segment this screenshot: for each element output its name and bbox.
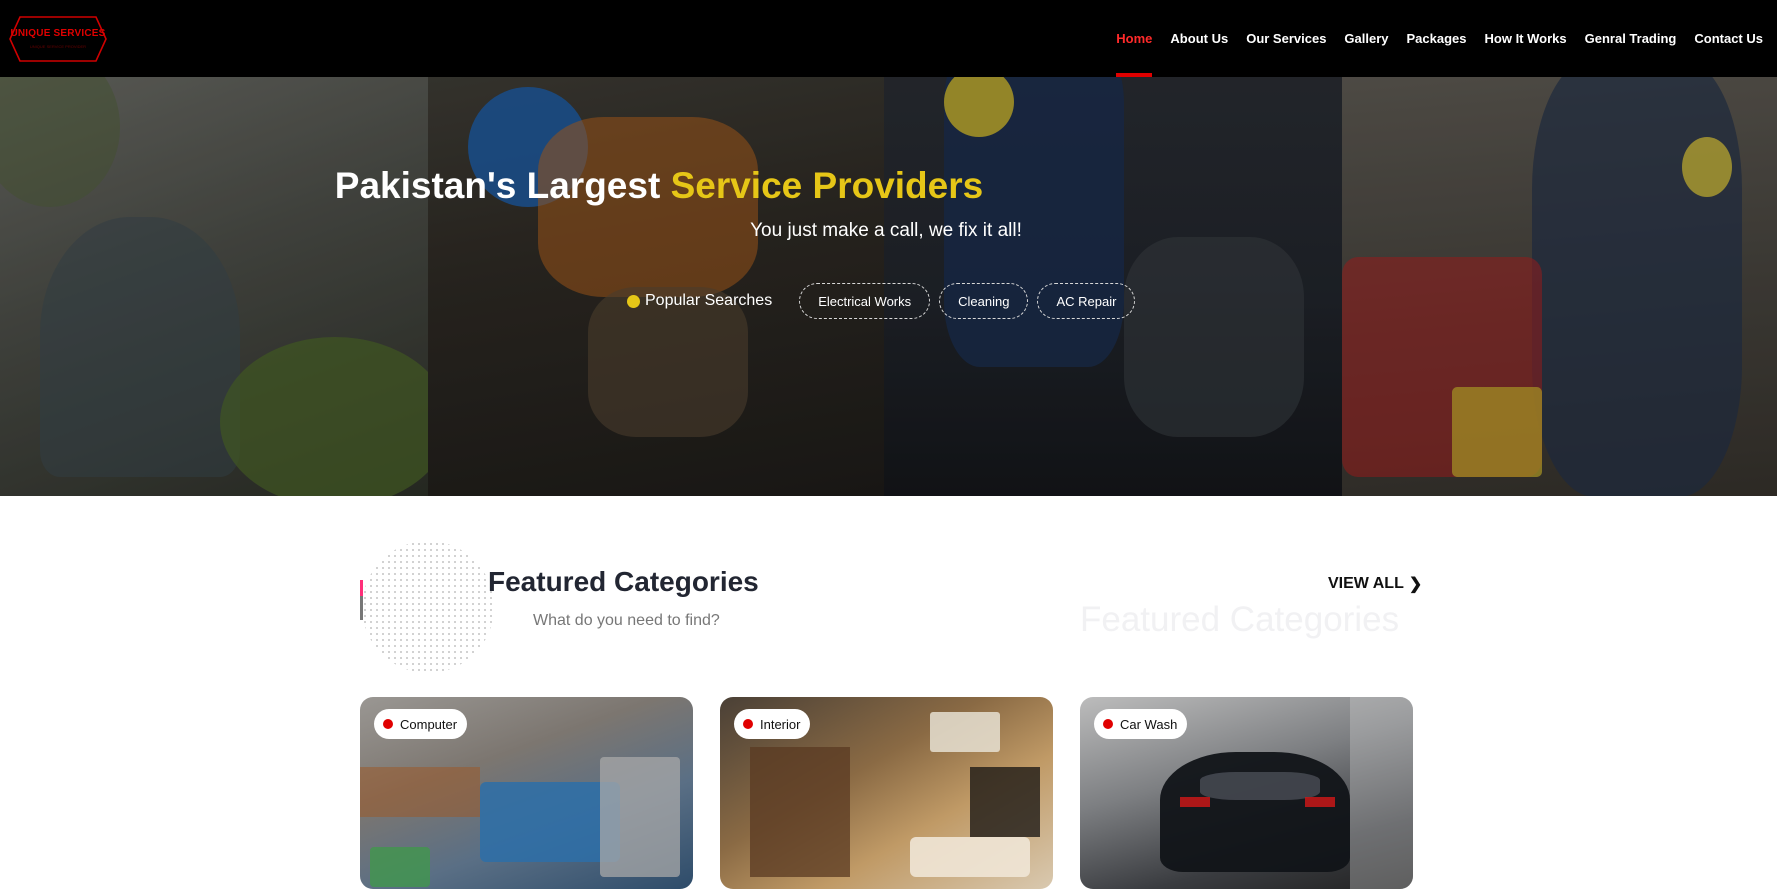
decorative-dot-pattern xyxy=(362,541,494,673)
category-card-interior[interactable]: Interior xyxy=(720,697,1053,889)
nav-gallery[interactable]: Gallery xyxy=(1344,0,1388,77)
hero-banner: Pakistan's Largest Service Providers You… xyxy=(0,77,1777,496)
site-logo[interactable]: UNIQUE SERVICES UNIQUE SERVICE PROVIDER xyxy=(8,14,108,64)
popular-searches: Popular Searches Electrical Works Cleani… xyxy=(627,283,1144,319)
nav-how-it-works[interactable]: How It Works xyxy=(1485,0,1567,77)
chip-electrical-works[interactable]: Electrical Works xyxy=(799,283,931,319)
nav-contact-us[interactable]: Contact Us xyxy=(1694,0,1763,77)
ghost-section-title: Featured Categories xyxy=(1080,600,1400,639)
popular-searches-label: Popular Searches xyxy=(645,292,773,309)
nav-our-services[interactable]: Our Services xyxy=(1246,0,1326,77)
hero-subtitle: You just make a call, we fix it all! xyxy=(750,220,1022,241)
category-card-car-wash[interactable]: Car Wash xyxy=(1080,697,1413,889)
logo-tagline: UNIQUE SERVICE PROVIDER xyxy=(29,44,87,49)
section-subtitle: What do you need to find? xyxy=(533,612,720,629)
category-label: Interior xyxy=(760,716,801,732)
main-nav: Home About Us Our Services Gallery Packa… xyxy=(1098,0,1763,77)
badge-dot-icon xyxy=(743,719,753,729)
category-badge: Car Wash xyxy=(1094,709,1188,739)
site-header: UNIQUE SERVICES UNIQUE SERVICE PROVIDER … xyxy=(0,0,1777,77)
chevron-right-icon: ❯ xyxy=(1408,576,1423,593)
view-all-label: VIEW ALL xyxy=(1328,575,1404,592)
category-label: Car Wash xyxy=(1120,716,1178,732)
hero-title: Pakistan's Largest Service Providers xyxy=(334,165,984,206)
badge-dot-icon xyxy=(1103,719,1113,729)
section-accent-bar xyxy=(360,580,363,620)
category-badge: Interior xyxy=(734,709,811,739)
category-label: Computer xyxy=(400,716,458,732)
chip-ac-repair[interactable]: AC Repair xyxy=(1037,283,1136,319)
view-all-link[interactable]: VIEW ALL ❯ xyxy=(1328,574,1422,594)
nav-genral-trading[interactable]: Genral Trading xyxy=(1585,0,1677,77)
category-card-computer[interactable]: Computer xyxy=(360,697,693,889)
logo-hexagon-icon xyxy=(9,16,107,62)
chip-cleaning[interactable]: Cleaning xyxy=(939,283,1029,319)
logo-text: UNIQUE SERVICES xyxy=(10,28,106,39)
category-badge: Computer xyxy=(374,709,468,739)
popular-dot-icon xyxy=(627,294,640,308)
hero-title-accent: Service Providers xyxy=(670,165,984,206)
nav-home[interactable]: Home xyxy=(1116,0,1153,77)
badge-dot-icon xyxy=(383,719,393,729)
nav-packages[interactable]: Packages xyxy=(1407,0,1467,77)
section-title: Featured Categories xyxy=(488,566,759,597)
nav-about-us[interactable]: About Us xyxy=(1170,0,1228,77)
